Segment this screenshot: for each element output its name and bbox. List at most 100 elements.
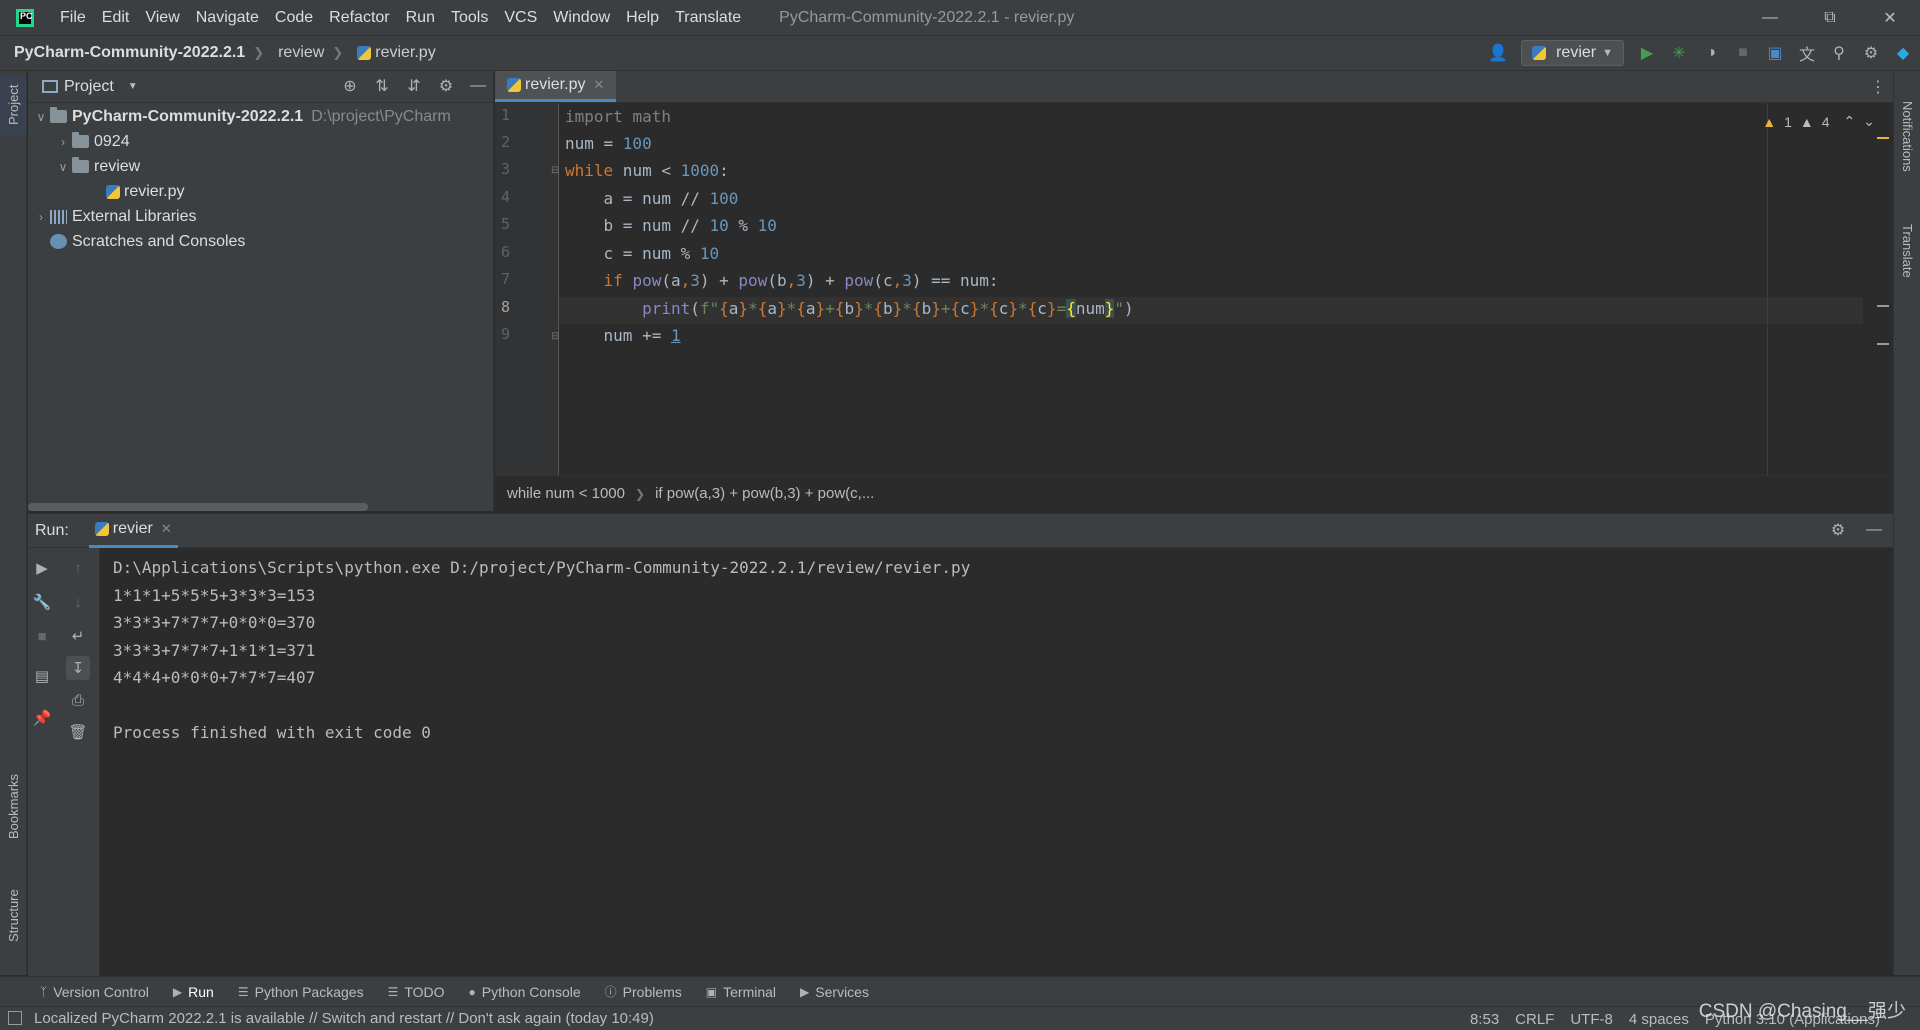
tool-python-console[interactable]: ● Python Console <box>469 984 581 1000</box>
rerun-icon[interactable]: ▶ <box>30 556 54 580</box>
tool-version-control[interactable]: ᛉ Version Control <box>40 984 149 1000</box>
print-icon[interactable]: ⎙ <box>66 688 90 712</box>
expand-all-icon[interactable]: ⇅ <box>373 77 391 95</box>
file-encoding[interactable]: UTF-8 <box>1570 1011 1613 1028</box>
menu-file[interactable]: File <box>52 9 94 27</box>
indent-setting[interactable]: 4 spaces <box>1629 1011 1689 1028</box>
hide-icon[interactable]: — <box>469 77 487 95</box>
pin-icon[interactable]: 📌 <box>30 706 54 730</box>
settings-icon[interactable]: ⚙ <box>1862 44 1880 62</box>
close-tab-icon[interactable]: ✕ <box>161 521 172 537</box>
breadcrumb-project[interactable]: PyCharm-Community-2022.2.1 <box>0 44 245 62</box>
menu-code[interactable]: Code <box>267 9 321 27</box>
more-icon[interactable]: ⋮ <box>1869 78 1887 96</box>
chevron-down-icon[interactable]: ∨ <box>32 110 50 124</box>
translate-tool-tab[interactable]: Translate <box>1894 206 1920 296</box>
debug-icon[interactable]: ✳ <box>1670 44 1688 62</box>
jetbrains-toolbox-icon[interactable]: ◆ <box>1894 44 1912 62</box>
menu-navigate[interactable]: Navigate <box>188 9 267 27</box>
locate-icon[interactable]: ⊕ <box>341 77 359 95</box>
minimize-icon[interactable]: — <box>1740 0 1800 35</box>
console-output[interactable]: D:\Applications\Scripts\python.exe D:/pr… <box>113 554 1883 747</box>
chevron-down-icon[interactable]: ∨ <box>54 160 72 174</box>
tree-item-scratches[interactable]: Scratches and Consoles <box>28 229 493 254</box>
menu-tools[interactable]: Tools <box>443 9 496 27</box>
restore-icon[interactable]: ⧉ <box>1800 0 1860 35</box>
previous-highlight-icon[interactable]: ⌃ <box>1844 113 1856 130</box>
run-tab-revier[interactable]: revier ✕ <box>88 514 178 548</box>
next-highlight-icon[interactable]: ⌄ <box>1863 113 1875 130</box>
gear-icon[interactable]: ⚙ <box>437 77 455 95</box>
menu-window[interactable]: Window <box>545 9 618 27</box>
chevron-right-icon[interactable]: › <box>32 210 50 224</box>
project-panel-title[interactable]: Project <box>64 78 114 96</box>
close-icon[interactable]: ✕ <box>1860 0 1920 35</box>
fold-icon[interactable]: ⊟ <box>551 331 559 342</box>
tool-run[interactable]: ▶ Run <box>173 984 214 1000</box>
code-area[interactable]: import math num = 100 while num < 1000: … <box>559 103 1863 475</box>
line-separator[interactable]: CRLF <box>1515 1011 1554 1028</box>
editor-tab-revier-py[interactable]: revier.py ✕ <box>495 71 617 102</box>
menu-edit[interactable]: Edit <box>94 9 138 27</box>
scroll-to-end-icon[interactable]: ↧ <box>66 656 90 680</box>
tree-item-revier-py[interactable]: revier.py <box>28 179 493 204</box>
menu-vcs[interactable]: VCS <box>496 9 545 27</box>
tree-item-project-root[interactable]: ∨ PyCharm-Community-2022.2.1 D:\project\… <box>28 104 493 129</box>
notifications-tool-tab[interactable]: Notifications <box>1894 81 1920 191</box>
tree-item-external-libraries[interactable]: › External Libraries <box>28 204 493 229</box>
menu-refactor[interactable]: Refactor <box>321 9 397 27</box>
soft-wrap-icon[interactable]: ↵ <box>66 624 90 648</box>
run-configuration-selector[interactable]: revier ▼ <box>1521 40 1624 66</box>
tool-todo[interactable]: ☰ TODO <box>388 984 445 1000</box>
stop-icon[interactable]: ■ <box>1734 44 1752 62</box>
gear-icon[interactable]: ⚙ <box>1829 521 1847 539</box>
breadcrumb-file[interactable]: revier.py <box>343 44 436 62</box>
search-icon[interactable]: ⚲ <box>1830 44 1848 62</box>
wrench-icon[interactable]: 🔧 <box>30 590 54 614</box>
collapse-all-icon[interactable]: ⇵ <box>405 77 423 95</box>
console-line: 3*3*3+7*7*7+1*1*1=371 <box>113 640 316 660</box>
translate-icon[interactable]: 文 <box>1798 44 1816 64</box>
trash-icon[interactable]: 🗑 <box>66 720 90 744</box>
right-margin-guide <box>1767 103 1768 475</box>
stop-icon[interactable]: ■ <box>30 624 54 648</box>
breadcrumb-if[interactable]: if pow(a,3) + pow(b,3) + pow(c,... <box>655 485 874 502</box>
bookmarks-tool-tab[interactable]: Bookmarks <box>0 761 27 851</box>
tool-services[interactable]: ▶ Services <box>800 984 869 1000</box>
tree-item-0924[interactable]: › 0924 <box>28 129 493 154</box>
status-toggle-icon[interactable] <box>8 1011 22 1025</box>
line-number: 2 <box>501 133 511 151</box>
inspection-widget[interactable]: ▲ 1 ▲ 4 ⌃ ⌄ <box>1762 113 1875 130</box>
up-stack-icon[interactable]: ↑ <box>66 556 90 580</box>
chevron-right-icon[interactable]: › <box>54 135 72 149</box>
menu-translate[interactable]: Translate <box>667 9 749 27</box>
tool-terminal[interactable]: ▣ Terminal <box>706 984 776 1000</box>
down-stack-icon[interactable]: ↓ <box>66 590 90 614</box>
layout-icon[interactable]: ▤ <box>30 664 54 688</box>
status-message[interactable]: Localized PyCharm 2022.2.1 is available … <box>34 1010 654 1027</box>
fold-icon[interactable]: ⊟ <box>551 165 559 176</box>
breadcrumb-while[interactable]: while num < 1000 <box>507 485 625 502</box>
caret-position[interactable]: 8:53 <box>1470 1011 1499 1028</box>
tool-python-packages[interactable]: ☰ Python Packages <box>238 984 364 1000</box>
python-console-icon: ● <box>468 984 476 999</box>
watermark: CSDN @Chasing__强少 <box>1698 1001 1906 1022</box>
menu-view[interactable]: View <box>137 9 187 27</box>
translate-toolbar-icon[interactable]: ▣ <box>1766 44 1784 62</box>
hide-icon[interactable]: — <box>1865 521 1883 539</box>
run-icon[interactable]: ▶ <box>1638 44 1656 62</box>
account-icon[interactable]: 👤 <box>1488 44 1508 62</box>
tree-item-label: review <box>94 157 141 175</box>
editor-error-stripe[interactable] <box>1877 137 1889 477</box>
tool-problems[interactable]: ⓘ Problems <box>605 983 682 1000</box>
close-tab-icon[interactable]: ✕ <box>593 77 604 93</box>
chevron-down-icon[interactable]: ▼ <box>128 81 138 92</box>
menu-help[interactable]: Help <box>618 9 667 27</box>
breadcrumb-folder[interactable]: review <box>264 44 324 62</box>
coverage-icon[interactable]: ◑ <box>1702 44 1720 62</box>
menu-run[interactable]: Run <box>398 9 443 27</box>
project-horizontal-scrollbar[interactable] <box>28 503 368 511</box>
structure-tool-tab[interactable]: Structure <box>0 871 27 961</box>
tree-item-review[interactable]: ∨ review <box>28 154 493 179</box>
project-tool-tab[interactable]: Project <box>0 75 27 135</box>
